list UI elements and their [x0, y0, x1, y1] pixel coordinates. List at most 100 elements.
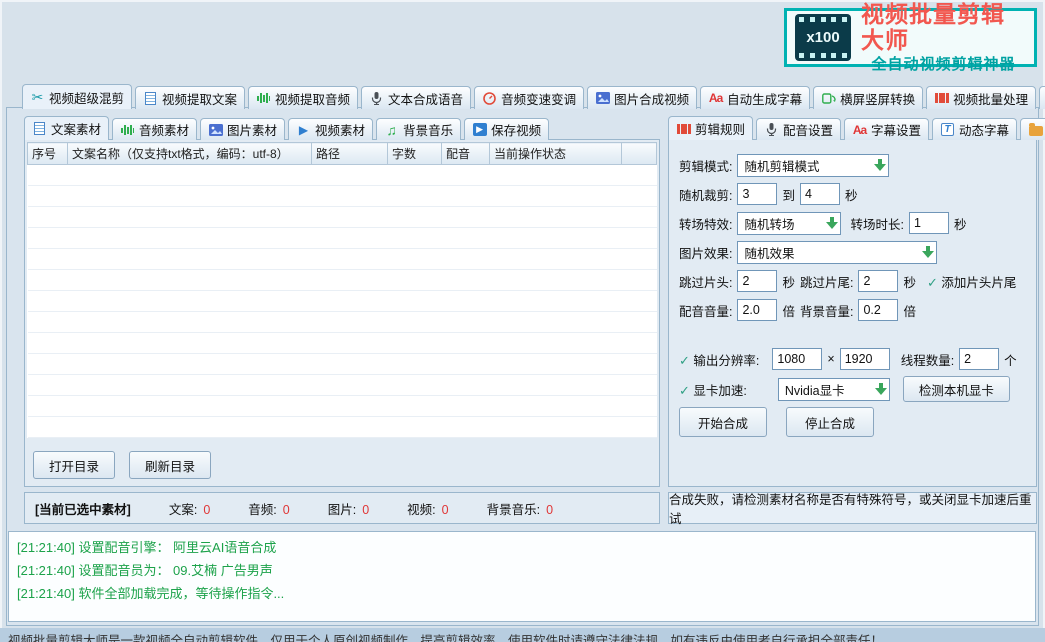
tab-save-video[interactable]: ▶ 保存视频 — [464, 118, 549, 140]
log-line: [21:21:40] 设置配音引擎： 阿里云AI语音合成 — [17, 536, 1027, 559]
tab-label: 视频素材 — [315, 120, 365, 139]
count-audio: 音频:0 — [248, 499, 289, 518]
col-path[interactable]: 路径 — [312, 143, 388, 165]
dropdown-arrow-icon — [874, 159, 886, 171]
open-directory-button[interactable]: 打开目录 — [33, 451, 115, 479]
table-row — [28, 333, 657, 354]
voice-volume-label: 配音音量: — [679, 301, 732, 320]
add-head-tail-checkbox[interactable]: ✓ 添加片头片尾 — [927, 272, 1016, 291]
table-row — [28, 186, 657, 207]
table-row — [28, 396, 657, 417]
gauge-icon — [482, 91, 497, 105]
status-message: 合成失败，请检测素材名称是否有特殊符号，或关闭显卡加速后重试 — [669, 489, 1036, 527]
gpu-accel-checkbox[interactable]: ✓ 显卡加速: — [679, 380, 747, 399]
tab-label: 自动生成字幕 — [727, 89, 802, 108]
threads-input[interactable] — [959, 348, 999, 370]
transition-value: 随机转场 — [744, 214, 794, 233]
music-note-icon: ♫ — [384, 123, 399, 137]
gpu-select[interactable]: Nvidia显卡 — [778, 378, 890, 401]
skip-tail-input[interactable] — [858, 270, 898, 292]
selection-prefix: [当前已选中素材] — [35, 499, 131, 518]
tab-text-to-speech[interactable]: 文本合成语音 — [361, 86, 471, 109]
text-material-panel: 序号 文案名称（仅支持txt格式，编码：utf-8） 路径 字数 配音 当前操作… — [24, 139, 660, 487]
document-icon — [143, 91, 158, 105]
col-index[interactable]: 序号 — [28, 143, 68, 165]
check-icon: ✓ — [679, 353, 690, 368]
count-bgm-value: 0 — [546, 503, 553, 517]
col-filename[interactable]: 文案名称（仅支持txt格式，编码：utf-8） — [68, 143, 312, 165]
bg-volume-input[interactable] — [858, 299, 898, 321]
tab-auto-subtitles[interactable]: Aa 自动生成字幕 — [700, 86, 810, 109]
random-cut-from-input[interactable] — [737, 183, 777, 205]
tab-clip-rules[interactable]: 剪辑规则 — [668, 116, 753, 140]
clip-mode-value: 随机剪辑模式 — [744, 156, 819, 175]
tab-orientation-convert[interactable]: 横屏竖屏转换 — [813, 86, 923, 109]
tab-background-music[interactable]: ♫ 背景音乐 — [376, 118, 461, 140]
tab-video-batch-process[interactable]: 视频批量处理 — [926, 86, 1036, 109]
tab-label: 配音设置 — [783, 120, 833, 139]
material-table: 序号 文案名称（仅支持txt格式，编码：utf-8） 路径 字数 配音 当前操作… — [27, 142, 657, 438]
seconds-unit: 秒 — [845, 185, 858, 204]
random-cut-to-input[interactable] — [800, 183, 840, 205]
times-unit: 倍 — [903, 301, 916, 320]
table-row — [28, 417, 657, 438]
detect-gpu-button[interactable]: 检测本机显卡 — [903, 376, 1010, 402]
refresh-directory-button[interactable]: 刷新目录 — [129, 451, 211, 479]
tab-material-directory[interactable]: 素材目录 — [1020, 118, 1045, 140]
start-compose-button[interactable]: 开始合成 — [679, 407, 767, 437]
tab-dynamic-subtitles[interactable]: T 动态字幕 — [932, 118, 1017, 140]
tab-label: 音频变速变调 — [501, 89, 576, 108]
tab-video-extract-text[interactable]: 视频提取文案 — [135, 86, 245, 109]
tab-label: 视频超级混剪 — [49, 88, 124, 107]
tab-dubbing-settings[interactable]: 配音设置 — [756, 118, 841, 140]
dropdown-arrow-icon — [875, 383, 887, 395]
resolution-width-input[interactable] — [772, 348, 822, 370]
app-logo: x100 视频批量剪辑大师 全自动视频剪辑神器 — [784, 8, 1037, 67]
clip-rules-panel: 剪辑模式: 随机剪辑模式 随机裁剪: 到 秒 转场特效: 随机转场 转场时长: … — [668, 139, 1037, 487]
selected-material-bar: [当前已选中素材] 文案:0 音频:0 图片:0 视频:0 背景音乐:0 — [24, 492, 660, 524]
tab-subtitle-settings[interactable]: Aa 字幕设置 — [844, 118, 929, 140]
play-icon: ▶ — [296, 123, 311, 137]
tab-image-material[interactable]: 图片素材 — [200, 118, 285, 140]
col-dubbing[interactable]: 配音 — [442, 143, 490, 165]
tab-video-super-mix[interactable]: ✂ 视频超级混剪 — [22, 84, 132, 109]
settings-tab-bar: 剪辑规则 配音设置 Aa 字幕设置 T 动态字幕 素材目录 — [668, 116, 1045, 140]
material-tab-bar: 文案素材 音频素材 图片素材 ▶ 视频素材 ♫ 背景音乐 ▶ 保存视频 — [24, 116, 549, 140]
voice-volume-input[interactable] — [737, 299, 777, 321]
tab-image-to-video[interactable]: 图片合成视频 — [587, 86, 697, 109]
resolution-label: 输出分辨率: — [693, 354, 759, 368]
col-status[interactable]: 当前操作状态 — [490, 143, 622, 165]
skip-head-input[interactable] — [737, 270, 777, 292]
save-play-icon: ▶ — [472, 123, 487, 137]
table-row — [28, 228, 657, 249]
status-message-box: 合成失败，请检测素材名称是否有特殊符号，或关闭显卡加速后重试 — [668, 492, 1037, 524]
tab-audio-material[interactable]: 音频素材 — [112, 118, 197, 140]
tab-video-material[interactable]: ▶ 视频素材 — [288, 118, 373, 140]
log-output[interactable]: [21:21:40] 设置配音引擎： 阿里云AI语音合成 [21:21:40] … — [8, 531, 1036, 622]
count-image: 图片:0 — [328, 499, 369, 518]
resolution-checkbox[interactable]: ✓ 输出分辨率: — [679, 350, 759, 369]
transition-duration-input[interactable] — [909, 212, 949, 234]
main-tab-bar: ✂ 视频超级混剪 视频提取文案 视频提取音频 文本合成语音 音频变速变调 — [22, 84, 1045, 109]
equalizer-icon — [256, 91, 271, 105]
resolution-height-input[interactable] — [840, 348, 890, 370]
transition-select[interactable]: 随机转场 — [737, 212, 841, 235]
tab-software-settings[interactable]: ⚙ 软件参数设置 — [1039, 86, 1045, 109]
times-unit: 倍 — [782, 301, 795, 320]
tab-text-material[interactable]: 文案素材 — [24, 116, 109, 140]
dropdown-arrow-icon — [922, 246, 934, 258]
stop-compose-button[interactable]: 停止合成 — [786, 407, 874, 437]
app-subtitle: 全自动视频剪辑神器 — [871, 53, 1015, 74]
count-video: 视频:0 — [407, 499, 448, 518]
gpu-value: Nvidia显卡 — [785, 380, 845, 399]
tab-audio-speed-pitch[interactable]: 音频变速变调 — [474, 86, 584, 109]
skip-tail-label: 跳过片尾: — [800, 272, 853, 291]
tab-label: 剪辑规则 — [695, 119, 745, 138]
seconds-unit: 秒 — [782, 272, 795, 291]
table-row — [28, 354, 657, 375]
col-wordcount[interactable]: 字数 — [388, 143, 442, 165]
check-icon: ✓ — [927, 275, 938, 290]
image-effect-select[interactable]: 随机效果 — [737, 241, 937, 264]
tab-video-extract-audio[interactable]: 视频提取音频 — [248, 86, 358, 109]
clip-mode-select[interactable]: 随机剪辑模式 — [737, 154, 889, 177]
